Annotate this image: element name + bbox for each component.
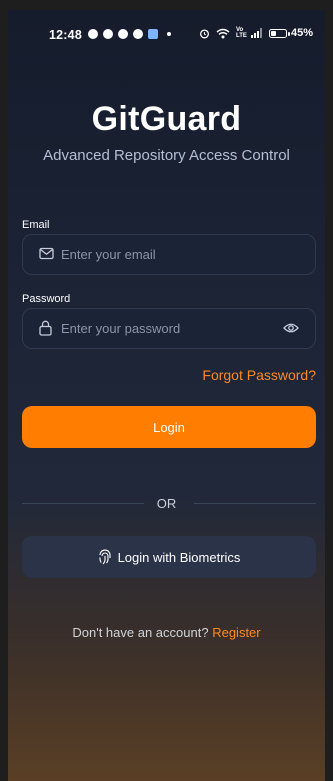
wifi-icon [216,28,230,38]
snapchat-icon [103,29,113,39]
password-field[interactable]: Enter your password [22,308,316,349]
battery-level-fill [270,30,277,36]
network-type-label: Vo LTE [235,27,247,39]
status-bar: 12:48 Vo LTE 45% [8,10,325,58]
system-icons: Vo LTE 45% [199,27,313,39]
signal-icon [250,28,262,38]
forgot-password-link[interactable]: Forgot Password? [202,367,316,383]
email-field[interactable]: Enter your email [22,234,316,275]
lock-icon [39,320,52,336]
app-notification-icon [133,29,143,39]
biometric-login-button[interactable]: Login with Biometrics [22,536,316,578]
status-time: 12:48 [49,28,82,42]
notification-icons [88,29,171,39]
divider-right [194,503,316,504]
biometric-button-label: Login with Biometrics [117,549,241,565]
login-button[interactable]: Login [22,406,316,448]
email-label: Email [22,219,50,231]
more-notifications-dot-icon [167,32,171,36]
login-button-label: Login [153,419,185,435]
alarm-icon [199,28,209,38]
eye-icon[interactable] [283,322,299,334]
password-placeholder: Enter your password [61,321,181,336]
app-screen: 12:48 Vo LTE 45% GitGuard Advanced Repos… [8,10,325,781]
fingerprint-icon [99,549,111,565]
whatsapp-icon [118,29,128,39]
password-label: Password [22,293,71,305]
battery-percent: 45% [290,27,313,39]
battery-icon [268,28,290,38]
app-subtitle: Advanced Repository Access Control [43,147,290,164]
app-square-icon [148,29,158,39]
register-link[interactable]: Register [212,625,260,640]
battery-indicator: 45% [268,27,313,39]
mail-icon [39,247,54,260]
app-title: GitGuard [91,100,242,138]
email-placeholder: Enter your email [61,247,156,262]
register-prompt: Don't have an account? Register [8,625,325,640]
facebook-icon [88,29,98,39]
register-prompt-text: Don't have an account? [72,625,209,640]
